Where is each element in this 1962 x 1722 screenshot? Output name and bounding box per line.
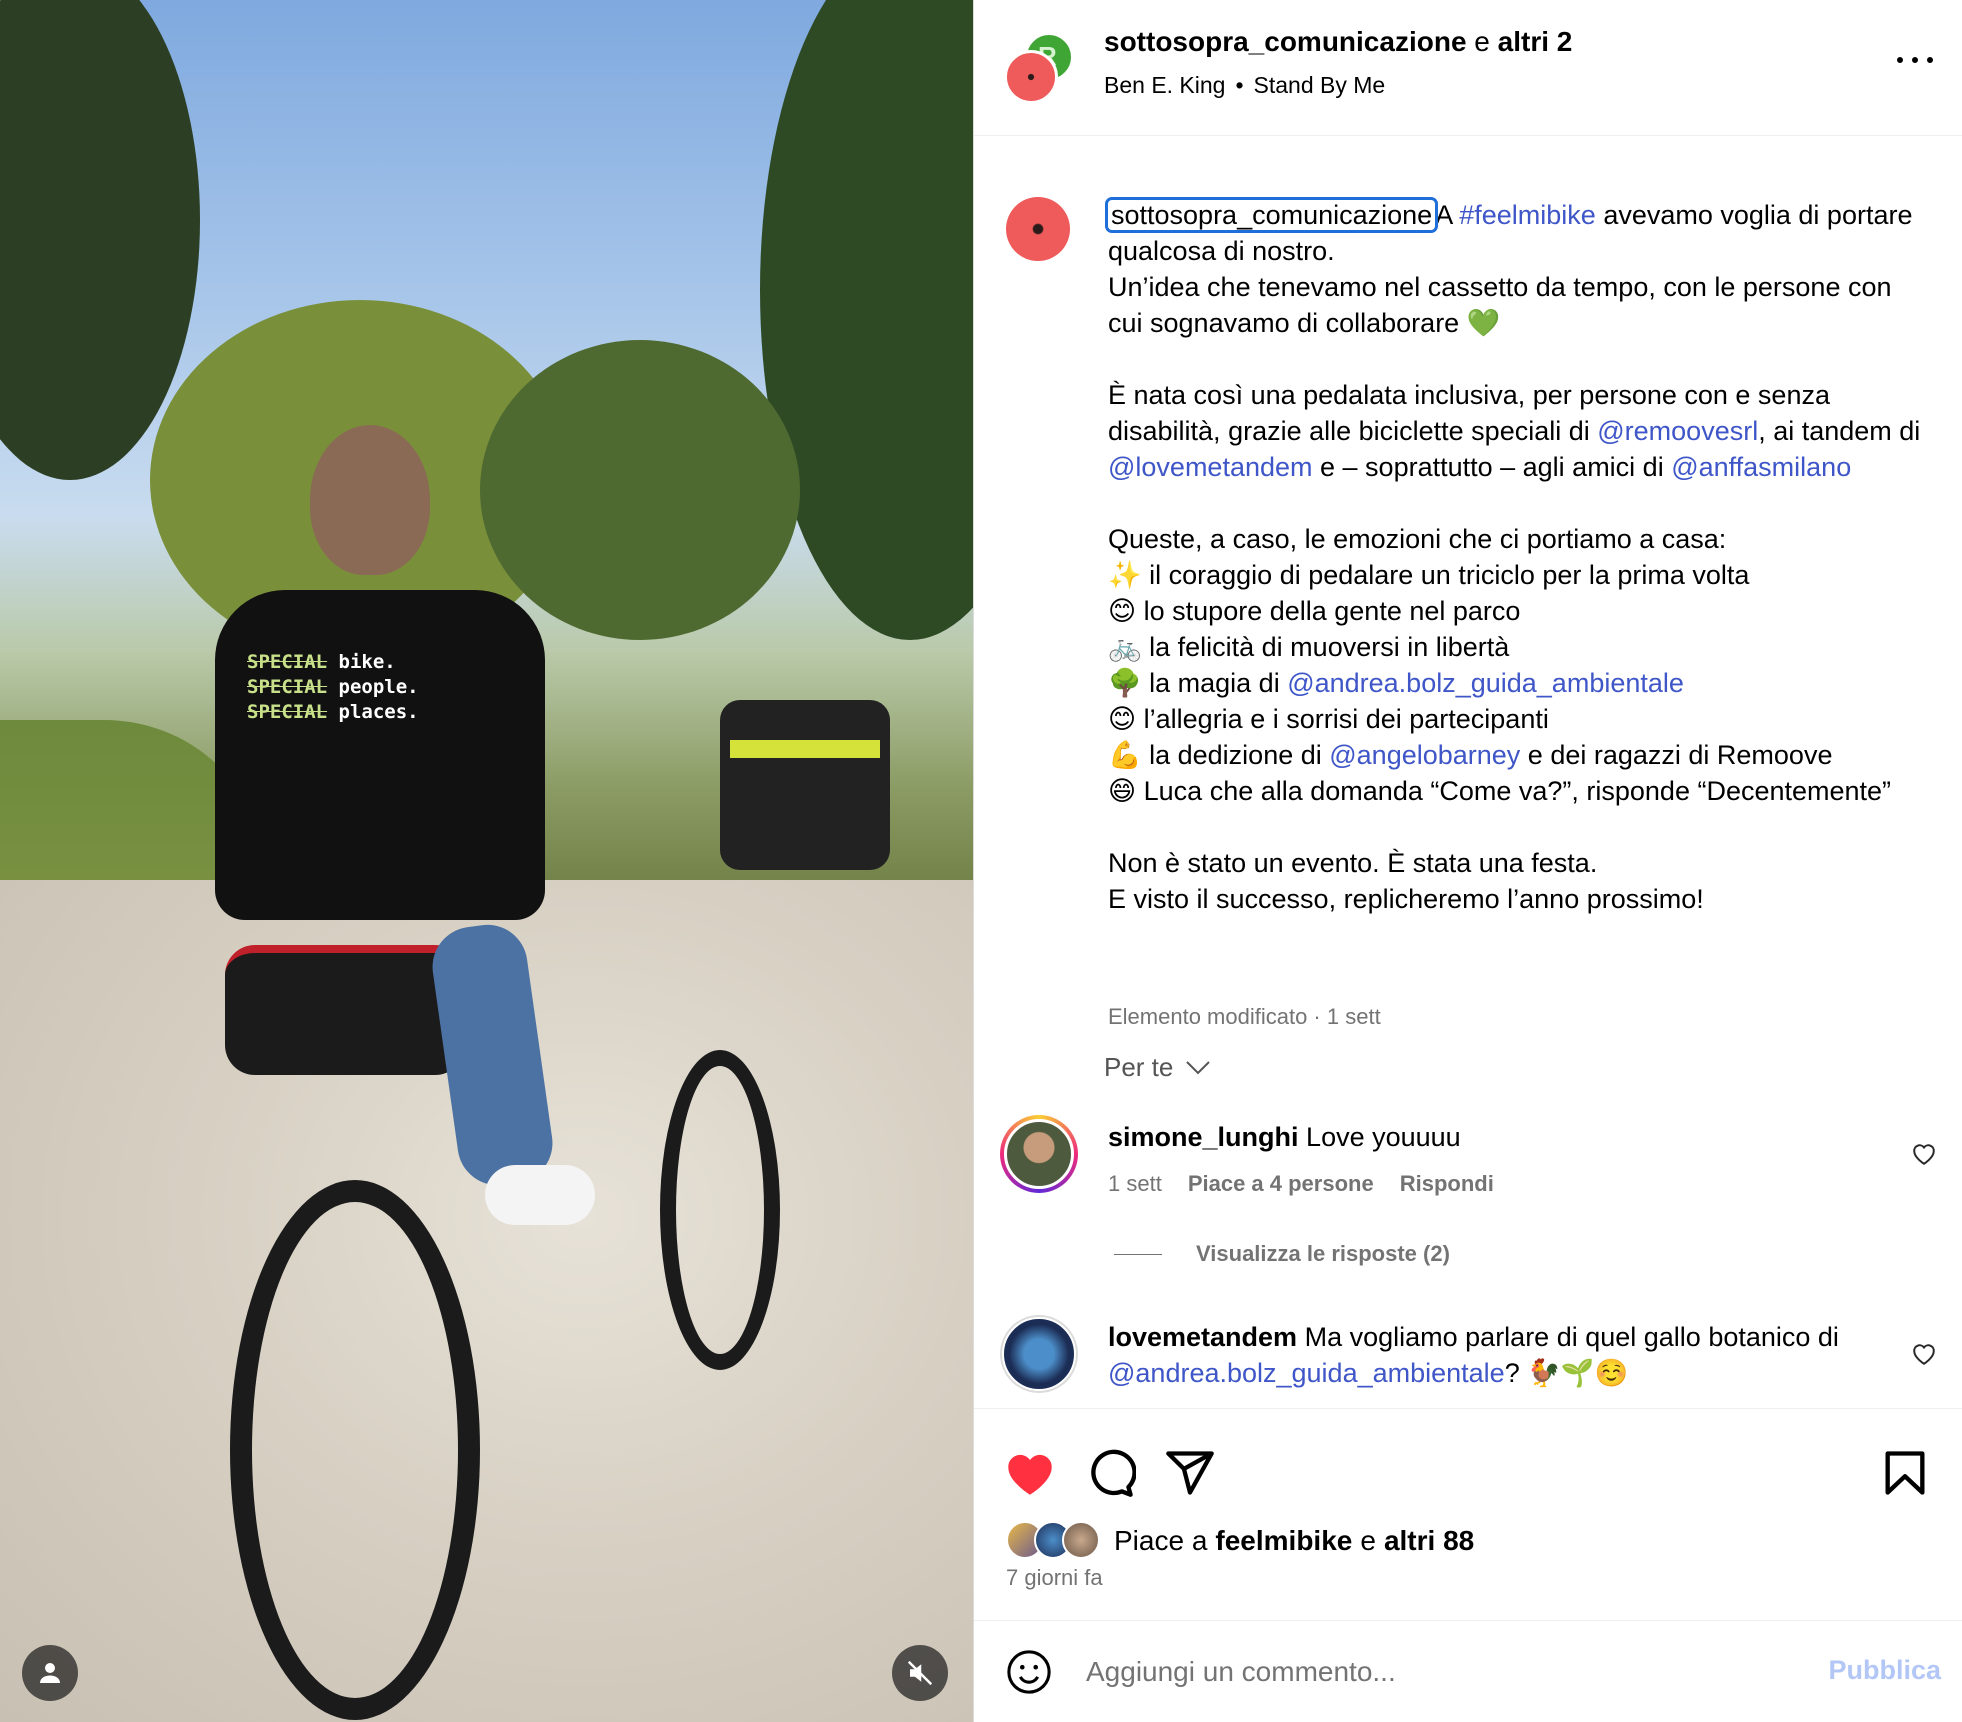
header-username-line: sottosopra_comunicazione e altri 2: [1104, 26, 1572, 58]
comment-input[interactable]: [1086, 1649, 1786, 1695]
post-actions: Piace a feelmibike e altri 88 7 giorni f…: [974, 1408, 1962, 1620]
post-time: 7 giorni fa: [1006, 1565, 1103, 1590]
likes-first-user[interactable]: feelmibike: [1215, 1525, 1352, 1557]
rider-shirt: [215, 590, 545, 920]
likes-others[interactable]: altri 88: [1384, 1525, 1474, 1557]
emoji-icon[interactable]: [1006, 1649, 1052, 1695]
comment-icon[interactable]: [1084, 1447, 1136, 1499]
mention-link[interactable]: @andrea.bolz_guida_ambientale: [1287, 668, 1684, 698]
mention-link[interactable]: @anffasmilano: [1671, 452, 1851, 482]
bookmark-icon[interactable]: [1879, 1447, 1931, 1499]
rider-shoe: [485, 1165, 595, 1225]
for-you-label: Per te: [1104, 1052, 1174, 1082]
view-replies-label: Visualizza le risposte (2): [1196, 1241, 1450, 1266]
comment-username[interactable]: lovemetandem: [1108, 1322, 1297, 1352]
comment-username[interactable]: simone_lunghi: [1108, 1122, 1299, 1152]
caption-text: sottosopra_comunicazione A #feelmibike av…: [1104, 197, 1928, 917]
add-comment-bar: Pubblica: [974, 1620, 1962, 1722]
post-panel: R sottosopra_comunicazione e altri 2 Ben…: [973, 0, 1962, 1722]
for-you-filter[interactable]: Per te: [1104, 1052, 1211, 1083]
share-icon[interactable]: [1164, 1447, 1216, 1499]
tag-user-button[interactable]: [22, 1645, 78, 1701]
caption-part: A: [1435, 200, 1460, 230]
likes-connector: e: [1360, 1525, 1376, 1556]
mute-button[interactable]: [892, 1645, 948, 1701]
mention-link[interactable]: @angelobarney: [1329, 740, 1520, 770]
caption-meta: Elemento modificato · 1 sett: [1108, 1004, 1381, 1029]
tandem-bike-background: [720, 700, 890, 870]
rider-leg: [427, 919, 558, 1191]
audio-artist: Ben E. King: [1104, 72, 1226, 98]
post-header: R sottosopra_comunicazione e altri 2 Ben…: [974, 0, 1962, 136]
heart-icon[interactable]: [1911, 1142, 1937, 1166]
comment-likes[interactable]: Piace a 4 persone: [1188, 1171, 1374, 1197]
mention-link[interactable]: @remoovesrl: [1597, 416, 1758, 446]
rider: SPECIAL bike. SPECIAL people. SPECIAL pl…: [215, 425, 595, 1225]
view-replies-button[interactable]: Visualizza le risposte (2): [1114, 1241, 1450, 1267]
likers-avatars: [1006, 1521, 1106, 1561]
speaker-muted-icon: [907, 1660, 933, 1686]
caption-part: , ai tandem di: [1758, 416, 1928, 446]
header-others[interactable]: altri 2: [1498, 26, 1573, 57]
audio-track[interactable]: Ben E. King • Stand By Me: [1104, 72, 1385, 99]
comment-content: Love youuuu: [1306, 1122, 1461, 1152]
comment-meta: 1 sett Piace a 4 persone Rispondi: [1108, 1171, 1494, 1197]
user-icon: [40, 1663, 60, 1683]
comment-avatar[interactable]: [1000, 1315, 1078, 1393]
heart-icon[interactable]: [1004, 1447, 1056, 1499]
tree-right: [760, 0, 973, 640]
more-icon[interactable]: [1897, 50, 1933, 70]
reply-button[interactable]: Rispondi: [1400, 1171, 1494, 1197]
caption-part: avevamo voglia di portare qualcosa di no…: [1108, 200, 1913, 446]
header-connector: e: [1474, 26, 1490, 57]
replies-line: [1114, 1253, 1162, 1255]
comment-time: 1 sett: [1108, 1171, 1162, 1196]
comment-avatar[interactable]: [1000, 1115, 1078, 1193]
caption-part: e – soprattutto – agli amici di: [1312, 452, 1672, 482]
comment-content: Ma vogliamo parlare di quel gallo botani…: [1304, 1322, 1839, 1352]
shirt-print: SPECIAL bike. SPECIAL people. SPECIAL pl…: [247, 651, 419, 723]
likes-summary[interactable]: Piace a feelmibike e altri 88: [1006, 1521, 1474, 1561]
chevron-down-icon: [1186, 1060, 1211, 1074]
header-username[interactable]: sottosopra_comunicazione: [1104, 26, 1467, 57]
publish-button[interactable]: Pubblica: [1828, 1655, 1941, 1686]
mention-link[interactable]: @lovemetandem: [1108, 452, 1313, 482]
comment-content: ? 🐓🌱☺️: [1504, 1358, 1629, 1388]
avatar-author: [1004, 50, 1058, 104]
bike-rear-wheel: [230, 1180, 480, 1720]
audio-song: Stand By Me: [1253, 72, 1386, 98]
waist-bag: [225, 945, 465, 1075]
bike-side-wheel: [660, 1050, 780, 1370]
collab-avatars[interactable]: R: [1004, 32, 1076, 104]
comment-text: simone_lunghi Love youuuu: [1108, 1119, 1888, 1155]
mention-link[interactable]: @andrea.bolz_guida_ambientale: [1108, 1358, 1505, 1388]
hashtag-link[interactable]: #feelmibike: [1459, 200, 1596, 230]
post-video[interactable]: SPECIAL bike. SPECIAL people. SPECIAL pl…: [0, 0, 973, 1722]
likes-prefix: Piace a: [1114, 1525, 1208, 1556]
rider-head: [310, 425, 430, 575]
caption-username[interactable]: sottosopra_comunicazione: [1104, 197, 1439, 233]
heart-icon[interactable]: [1911, 1342, 1937, 1366]
comment-text: lovemetandem Ma vogliamo parlare di quel…: [1108, 1319, 1888, 1391]
comments-section[interactable]: sottosopra_comunicazione A #feelmibike av…: [974, 137, 1962, 1407]
audio-separator: •: [1235, 72, 1244, 98]
caption-avatar[interactable]: [1006, 197, 1070, 261]
